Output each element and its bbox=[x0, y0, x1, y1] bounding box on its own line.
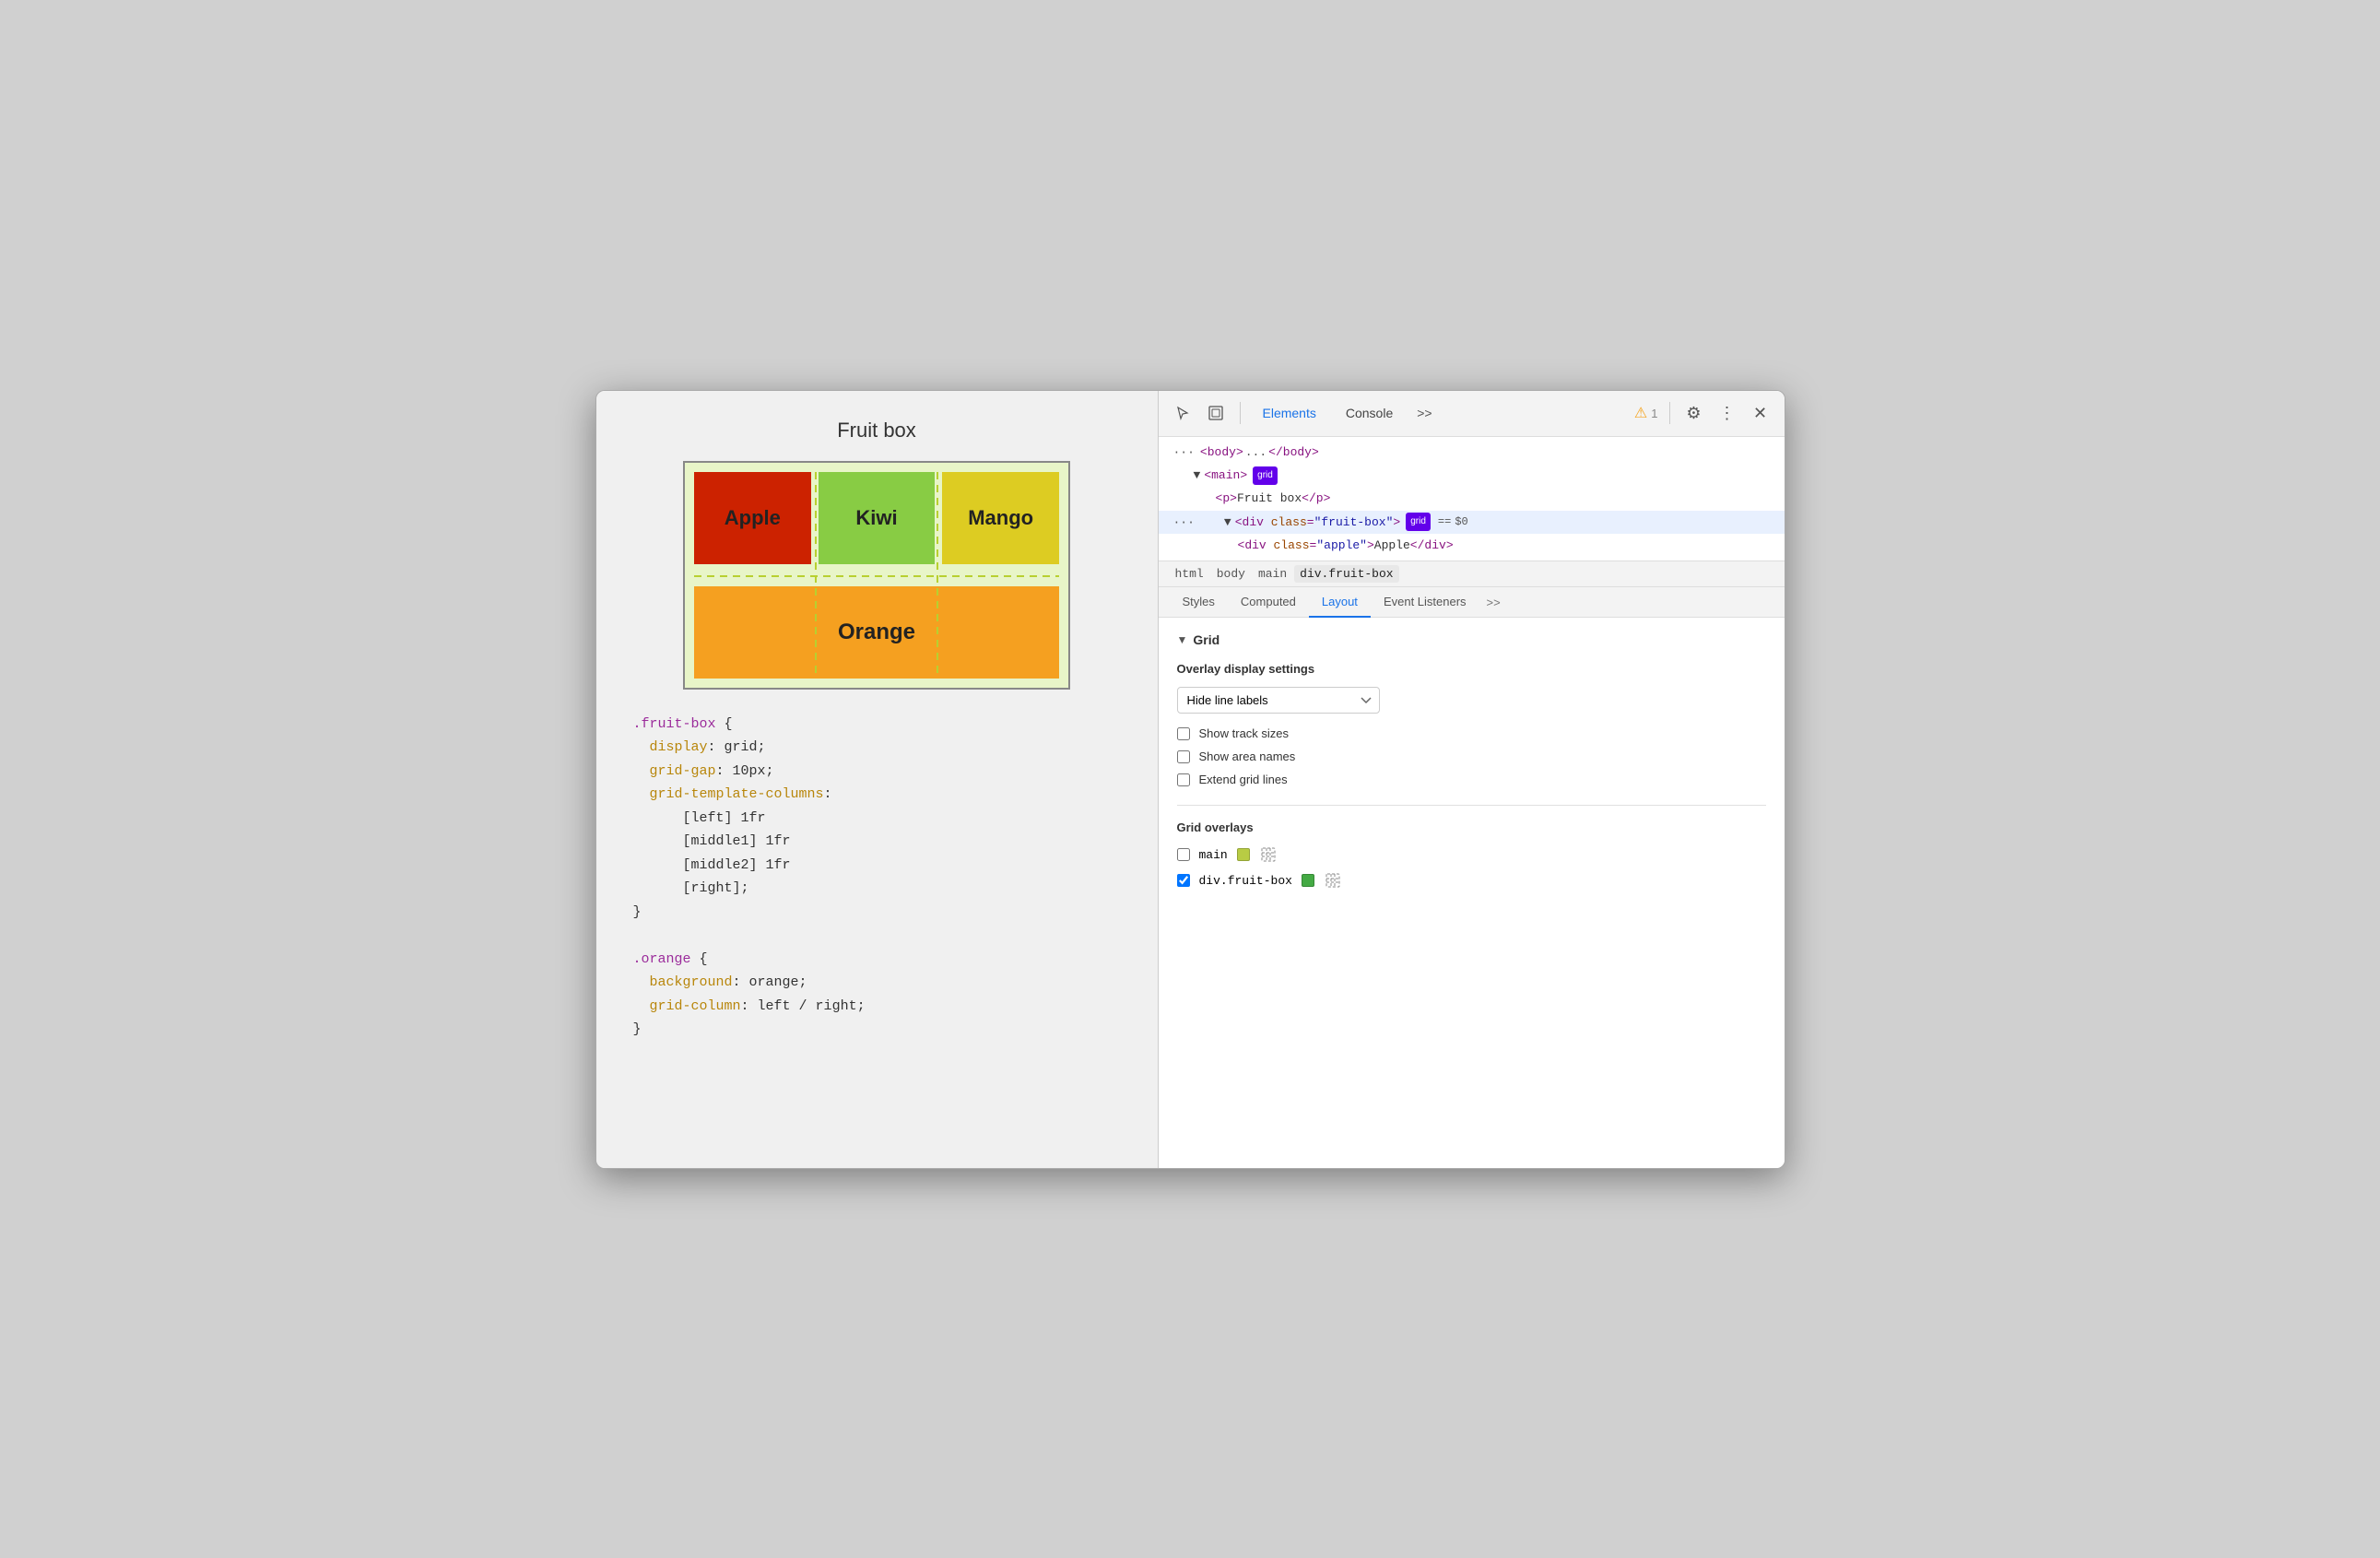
eq-badge: == bbox=[1438, 513, 1451, 533]
orange-cell: Orange bbox=[694, 586, 1059, 679]
dom-tree: ··· <body> ... </body> ▼ <main> grid <p>… bbox=[1159, 437, 1785, 562]
show-track-sizes-row: Show track sizes bbox=[1177, 726, 1766, 740]
tabs-bar: Styles Computed Layout Event Listeners >… bbox=[1159, 587, 1785, 618]
cursor-icon[interactable] bbox=[1170, 400, 1196, 426]
main-overlay-checkbox[interactable] bbox=[1177, 848, 1190, 861]
main-overlay-label: main bbox=[1199, 848, 1228, 862]
extend-grid-lines-row: Extend grid lines bbox=[1177, 773, 1766, 786]
extend-grid-lines-checkbox[interactable] bbox=[1177, 773, 1190, 786]
grid-badge-fruit-box: grid bbox=[1406, 513, 1431, 531]
dom-main-tag: <main> bbox=[1204, 465, 1247, 486]
tabs-more[interactable]: >> bbox=[1479, 588, 1508, 617]
tab-layout[interactable]: Layout bbox=[1309, 587, 1371, 618]
dom-line-p[interactable]: <p>Fruit box</p> bbox=[1159, 487, 1785, 510]
fruit-box-visual: Apple Kiwi Mango Orange bbox=[683, 461, 1070, 690]
tab-computed[interactable]: Computed bbox=[1228, 587, 1309, 618]
fruit-box-color-swatch[interactable] bbox=[1302, 874, 1314, 887]
line-labels-dropdown[interactable]: Hide line labels Show line numbers Show … bbox=[1177, 687, 1380, 714]
extend-grid-lines-label: Extend grid lines bbox=[1199, 773, 1288, 786]
fruit-box-overlay-checkbox[interactable] bbox=[1177, 874, 1190, 887]
show-area-names-label: Show area names bbox=[1199, 749, 1296, 763]
close-icon[interactable]: ✕ bbox=[1748, 400, 1773, 426]
main-grid-icon[interactable] bbox=[1259, 845, 1278, 864]
overlay-settings: Overlay display settings Hide line label… bbox=[1177, 662, 1766, 786]
toolbar-separator bbox=[1240, 402, 1241, 424]
devtools-toolbar: Elements Console >> ⚠ 1 ⚙ ⋮ ✕ bbox=[1159, 391, 1785, 437]
grid-section-header[interactable]: ▼ Grid bbox=[1177, 632, 1766, 647]
tab-styles[interactable]: Styles bbox=[1170, 587, 1228, 618]
browser-window: Fruit box Apple Kiwi Mango Orange .fruit… bbox=[595, 390, 1785, 1169]
mango-cell: Mango bbox=[942, 472, 1059, 564]
dom-line-apple[interactable]: <div class="apple">Apple</div> bbox=[1159, 534, 1785, 557]
grid-badge-main: grid bbox=[1253, 466, 1278, 485]
tab-elements[interactable]: Elements bbox=[1252, 402, 1327, 424]
show-track-sizes-checkbox[interactable] bbox=[1177, 727, 1190, 740]
dom-line-fruit-box[interactable]: ··· ▼ <div class="fruit-box"> grid == $0 bbox=[1159, 511, 1785, 534]
dom-close-tag: </body> bbox=[1268, 442, 1319, 463]
fruit-grid: Apple Kiwi Mango Orange bbox=[694, 472, 1059, 679]
show-area-names-checkbox[interactable] bbox=[1177, 750, 1190, 763]
toolbar-separator-2 bbox=[1669, 402, 1670, 424]
warning-icon: ⚠ bbox=[1634, 404, 1647, 422]
more-options-icon[interactable]: ⋮ bbox=[1714, 400, 1740, 426]
dom-apple-tag: <div class="apple">Apple</div> bbox=[1238, 535, 1454, 556]
dom-line-body[interactable]: ··· <body> ... </body> bbox=[1159, 441, 1785, 464]
dropdown-row: Hide line labels Show line numbers Show … bbox=[1177, 687, 1766, 714]
devtools-panel: Elements Console >> ⚠ 1 ⚙ ⋮ ✕ ··· <body>… bbox=[1159, 391, 1785, 1168]
show-track-sizes-label: Show track sizes bbox=[1199, 726, 1290, 740]
tab-console[interactable]: Console bbox=[1335, 402, 1404, 424]
apple-cell: Apple bbox=[694, 472, 811, 564]
layout-content: ▼ Grid Overlay display settings Hide lin… bbox=[1159, 618, 1785, 1167]
main-color-swatch[interactable] bbox=[1237, 848, 1250, 861]
settings-icon[interactable]: ⚙ bbox=[1681, 400, 1707, 426]
breadcrumb-html[interactable]: html bbox=[1170, 565, 1209, 583]
dollar-badge: $0 bbox=[1455, 513, 1467, 533]
toolbar-more[interactable]: >> bbox=[1411, 402, 1437, 424]
dom-line-main[interactable]: ▼ <main> grid bbox=[1159, 464, 1785, 487]
breadcrumb: html body main div.fruit-box bbox=[1159, 561, 1785, 587]
page-title: Fruit box bbox=[837, 419, 916, 443]
overlay-settings-title: Overlay display settings bbox=[1177, 662, 1766, 676]
fruit-box-grid-icon[interactable] bbox=[1324, 871, 1342, 890]
tab-event-listeners[interactable]: Event Listeners bbox=[1371, 587, 1479, 618]
overlay-row-main: main bbox=[1177, 845, 1766, 864]
dom-ellipsis: ··· bbox=[1173, 512, 1195, 533]
dom-p-tag: <p>Fruit box</p> bbox=[1216, 488, 1331, 509]
grid-section-title: Grid bbox=[1193, 632, 1219, 647]
breadcrumb-main[interactable]: main bbox=[1253, 565, 1292, 583]
grid-overlays-section: Grid overlays main bbox=[1177, 820, 1766, 890]
grid-overlays-title: Grid overlays bbox=[1177, 820, 1766, 834]
show-area-names-row: Show area names bbox=[1177, 749, 1766, 763]
section-divider bbox=[1177, 805, 1766, 806]
section-triangle: ▼ bbox=[1177, 633, 1188, 646]
dom-tag: <body> bbox=[1200, 442, 1243, 463]
fruit-box-overlay-label: div.fruit-box bbox=[1199, 874, 1292, 888]
kiwi-cell: Kiwi bbox=[819, 472, 936, 564]
overlay-row-fruit-box: div.fruit-box bbox=[1177, 871, 1766, 890]
code-block: .fruit-box { display: grid; grid-gap: 10… bbox=[633, 713, 1121, 1042]
inspect-icon[interactable] bbox=[1203, 400, 1229, 426]
left-panel: Fruit box Apple Kiwi Mango Orange .fruit… bbox=[596, 391, 1159, 1168]
breadcrumb-body[interactable]: body bbox=[1211, 565, 1251, 583]
dom-div-tag: <div class="fruit-box"> bbox=[1235, 512, 1401, 533]
warning-count: 1 bbox=[1651, 407, 1657, 420]
breadcrumb-fruit-box[interactable]: div.fruit-box bbox=[1294, 565, 1398, 583]
toolbar-warning: ⚠ 1 bbox=[1634, 404, 1658, 422]
